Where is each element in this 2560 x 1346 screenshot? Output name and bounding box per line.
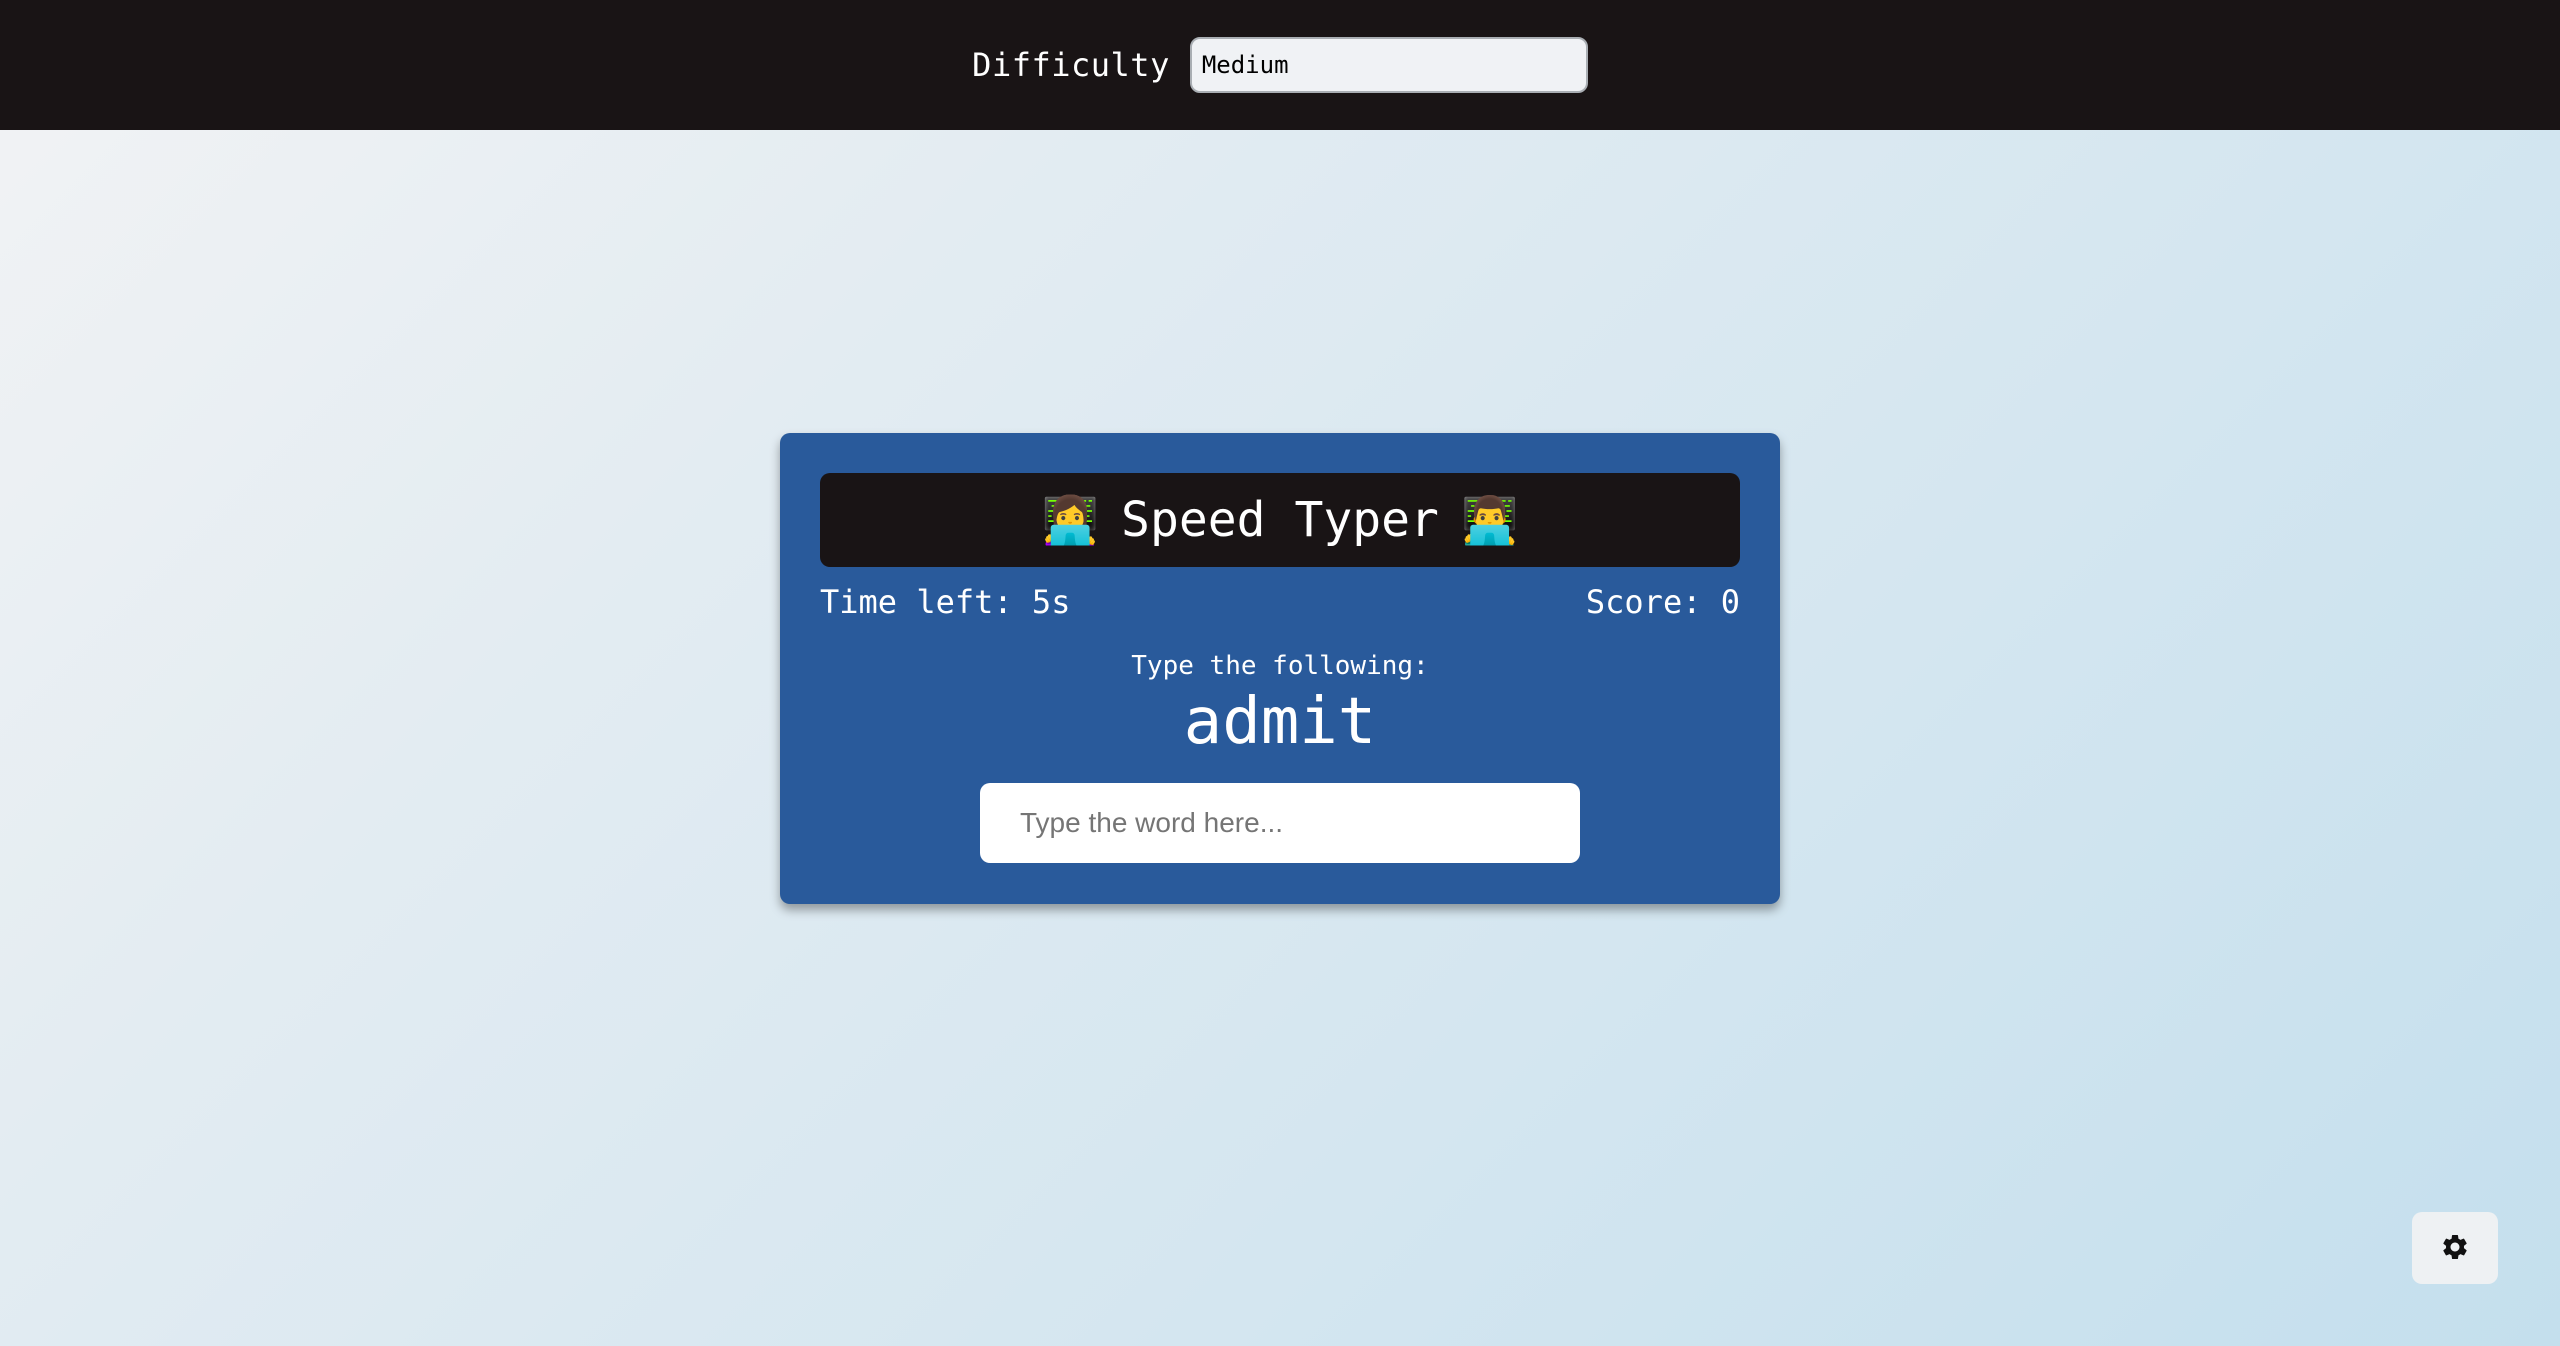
prompt-label: Type the following: [1131,651,1429,681]
settings-button[interactable] [2412,1212,2498,1284]
man-technologist-icon: 👨‍💻 [1460,493,1519,547]
target-word: admit [1183,685,1377,759]
difficulty-label: Difficulty [972,46,1170,84]
score: Score: 0 [1585,583,1740,621]
woman-technologist-icon: 👩‍💻 [1041,493,1100,547]
difficulty-selected-value: Medium [1201,51,1289,79]
time-left: Time left: 5s [820,583,1071,621]
game-title: Speed Typer [1121,492,1439,548]
difficulty-select[interactable]: Medium [1189,37,1588,93]
word-input[interactable] [980,783,1580,863]
game-card: 👩‍💻 Speed Typer 👨‍💻 Time left: 5s Score:… [780,433,1780,904]
top-bar: Difficulty Medium [0,0,2560,130]
gear-icon [2440,1232,2470,1265]
game-title-bar: 👩‍💻 Speed Typer 👨‍💻 [820,473,1740,567]
